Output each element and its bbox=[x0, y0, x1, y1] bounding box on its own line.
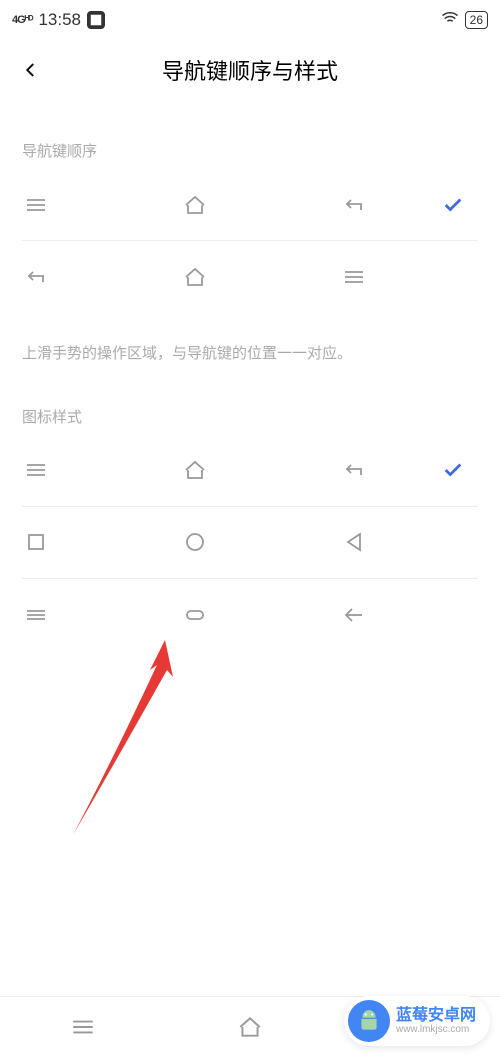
home-icon bbox=[181, 191, 209, 219]
header: 导航键顺序与样式 bbox=[0, 40, 500, 100]
icon-style-option-1[interactable] bbox=[22, 435, 478, 507]
home-icon bbox=[181, 456, 209, 484]
watermark-logo-icon bbox=[348, 1000, 390, 1042]
watermark-url: www.lmkjsc.com bbox=[396, 1024, 476, 1035]
home-icon bbox=[181, 263, 209, 291]
selected-check-icon bbox=[428, 194, 478, 216]
circle-icon bbox=[181, 528, 209, 556]
content: 导航键顺序 bbox=[0, 140, 500, 651]
pill-icon bbox=[181, 601, 209, 629]
back-button[interactable] bbox=[16, 55, 46, 85]
menu-button[interactable] bbox=[69, 1013, 97, 1041]
time: 13:58 bbox=[38, 10, 81, 30]
square-icon bbox=[22, 528, 50, 556]
battery-indicator: 26 bbox=[465, 11, 488, 29]
watermark: 蓝莓安卓网 www.lmkjsc.com bbox=[344, 996, 490, 1046]
selected-check-icon bbox=[428, 459, 478, 481]
description-text: 上滑手势的操作区域，与导航键的位置一一对应。 bbox=[22, 343, 478, 366]
watermark-title: 蓝莓安卓网 bbox=[396, 1007, 476, 1025]
menu-icon bbox=[22, 191, 50, 219]
icon-style-option-3[interactable] bbox=[22, 579, 478, 651]
style-section-label: 图标样式 bbox=[22, 406, 478, 427]
nav-order-option-1[interactable] bbox=[22, 169, 478, 241]
home-button[interactable] bbox=[236, 1013, 264, 1041]
menu-icon bbox=[340, 263, 368, 291]
order-section-label: 导航键顺序 bbox=[22, 140, 478, 161]
icon-style-option-2[interactable] bbox=[22, 507, 478, 579]
triangle-back-icon bbox=[340, 528, 368, 556]
notification-icon bbox=[87, 11, 105, 29]
annotation-arrow bbox=[65, 635, 185, 850]
back-nav-icon bbox=[22, 263, 50, 291]
back-nav-icon bbox=[340, 456, 368, 484]
status-left: 4Gᴴᴰ 13:58 bbox=[12, 10, 105, 30]
status-right: 26 bbox=[441, 9, 488, 32]
menu-icon bbox=[22, 456, 50, 484]
back-nav-icon bbox=[340, 191, 368, 219]
nav-order-option-2[interactable] bbox=[22, 241, 478, 313]
status-bar: 4Gᴴᴰ 13:58 26 bbox=[0, 0, 500, 40]
arrow-left-icon bbox=[340, 601, 368, 629]
wifi-icon bbox=[441, 9, 459, 32]
lines-icon bbox=[22, 601, 50, 629]
signal-indicator: 4Gᴴᴰ bbox=[12, 14, 32, 26]
page-title: 导航键顺序与样式 bbox=[162, 54, 338, 86]
